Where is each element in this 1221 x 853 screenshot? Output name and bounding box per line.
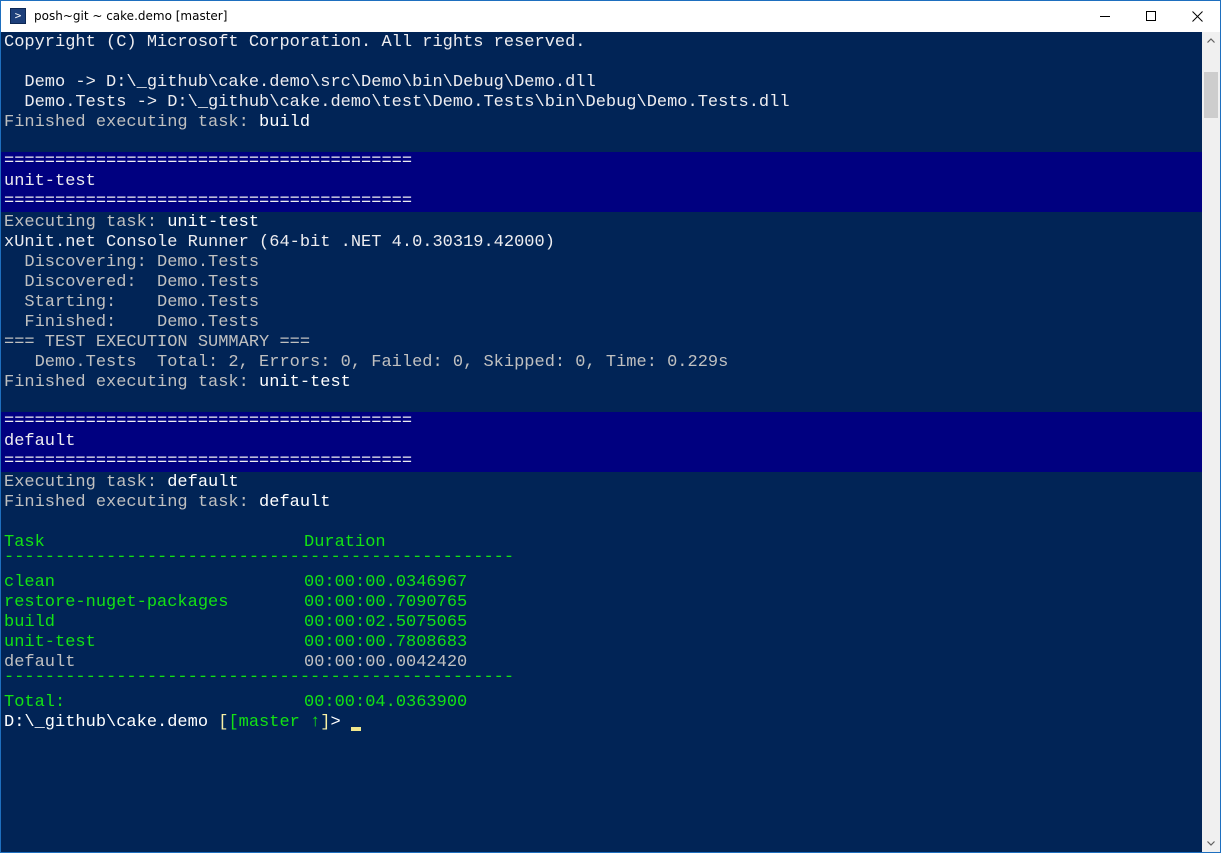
- prompt-path: D:\_github\cake.demo: [4, 713, 219, 732]
- xunit-output-line: Finished: Demo.Tests: [4, 313, 260, 332]
- task-banner-title: unit-test: [1, 172, 1202, 192]
- scroll-up-button[interactable]: [1202, 32, 1220, 49]
- task-banner-separator: ========================================: [1, 412, 1202, 432]
- executing-task-line: Executing task: unit-test: [4, 213, 260, 232]
- executing-task-line: Executing task: default: [4, 473, 239, 492]
- prompt-bracket: ]: [320, 713, 331, 732]
- chevron-up-icon: [1207, 38, 1215, 43]
- powershell-icon[interactable]: >: [10, 8, 26, 24]
- task-banner-separator: ========================================: [1, 192, 1202, 212]
- report-row: restore-nuget-packages 00:00:00.7090765: [4, 593, 468, 612]
- xunit-output-line: Starting: Demo.Tests: [4, 293, 260, 312]
- text-cursor: [350, 727, 361, 731]
- close-icon: [1192, 11, 1203, 22]
- maximize-button[interactable]: [1128, 1, 1174, 32]
- chevron-down-icon: [1207, 841, 1215, 846]
- prompt-bracket: [: [218, 713, 229, 732]
- finished-task-line: Finished executing task: build: [4, 113, 311, 132]
- task-banner-separator: ========================================: [1, 152, 1202, 172]
- xunit-output-line: Discovered: Demo.Tests: [4, 273, 260, 292]
- xunit-output-line: Discovering: Demo.Tests: [4, 253, 260, 272]
- build-output-line: Demo.Tests -> D:\_github\cake.demo\test\…: [4, 93, 790, 112]
- scrollbar-thumb[interactable]: [1204, 72, 1218, 118]
- summary-header-line: === TEST EXECUTION SUMMARY ===: [4, 333, 311, 352]
- task-banner-separator: ========================================: [1, 452, 1202, 472]
- report-row: clean 00:00:00.0346967: [4, 573, 468, 592]
- console-output[interactable]: Copyright (C) Microsoft Corporation. All…: [1, 32, 1202, 852]
- window-title: posh~git ~ cake.demo [master]: [34, 9, 228, 23]
- title-bar[interactable]: > posh~git ~ cake.demo [master]: [1, 1, 1220, 32]
- finished-task-line: Finished executing task: unit-test: [4, 373, 351, 392]
- xunit-header-line: xUnit.net Console Runner (64-bit .NET 4.…: [4, 233, 555, 252]
- prompt-line[interactable]: D:\_github\cake.demo [[master ↑]>: [1, 713, 1202, 733]
- task-banner-title: default: [1, 432, 1202, 452]
- report-divider: ----------------------------------------…: [4, 548, 515, 567]
- report-total: Total: 00:00:04.0363900: [4, 693, 468, 712]
- summary-line: Demo.Tests Total: 2, Errors: 0, Failed: …: [4, 353, 729, 372]
- close-button[interactable]: [1174, 1, 1220, 32]
- copyright-line: Copyright (C) Microsoft Corporation. All…: [4, 33, 586, 52]
- terminal-window: > posh~git ~ cake.demo [master] Copyrigh…: [0, 0, 1221, 853]
- prompt-branch: [master: [228, 713, 311, 732]
- finished-task-line: Finished executing task: default: [4, 493, 331, 512]
- maximize-icon: [1146, 11, 1156, 21]
- scroll-down-button[interactable]: [1202, 835, 1220, 852]
- build-output-line: Demo -> D:\_github\cake.demo\src\Demo\bi…: [4, 73, 596, 92]
- prompt-suffix: >: [330, 713, 351, 732]
- report-row: unit-test 00:00:00.7808683: [4, 633, 468, 652]
- vertical-scrollbar[interactable]: [1202, 32, 1220, 852]
- minimize-button[interactable]: [1082, 1, 1128, 32]
- report-row: build 00:00:02.5075065: [4, 613, 468, 632]
- minimize-icon: [1100, 16, 1110, 17]
- ahead-arrow-icon: ↑: [310, 713, 321, 732]
- report-divider: ----------------------------------------…: [4, 668, 515, 687]
